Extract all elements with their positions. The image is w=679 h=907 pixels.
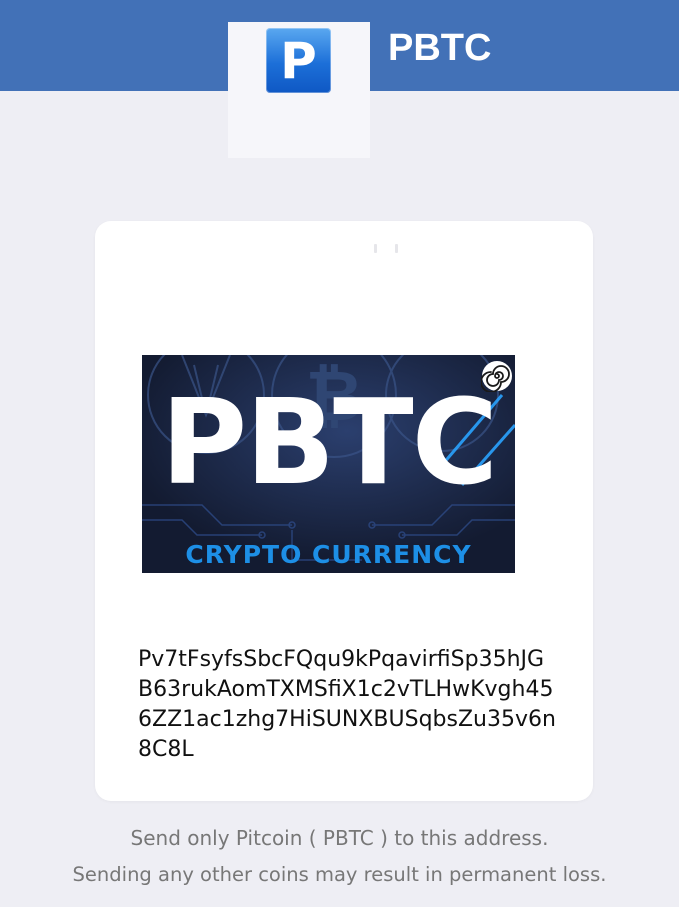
pitcoin-logo-icon: P (266, 28, 331, 93)
swirl-icon (481, 361, 512, 392)
page-title: PBTC (388, 27, 492, 69)
drag-handle-icon (374, 242, 398, 254)
banner-title: PBTC (160, 373, 499, 511)
address-card: ₿ PBTC CRYPTO CURRENCY Pv7tFsyfsSbcFQqu9… (95, 221, 593, 801)
wallet-address[interactable]: Pv7tFsyfsSbcFQqu9kPqavirfiSp35hJGB63rukA… (138, 645, 558, 765)
logo-container: P (228, 22, 370, 158)
warning-note-line2: Sending any other coins may result in pe… (72, 863, 607, 886)
banner-subtitle: CRYPTO CURRENCY (185, 540, 472, 569)
warning-note-line1: Send only Pitcoin ( PBTC ) to this addre… (130, 826, 549, 850)
coin-banner-image: ₿ PBTC CRYPTO CURRENCY (142, 355, 515, 573)
